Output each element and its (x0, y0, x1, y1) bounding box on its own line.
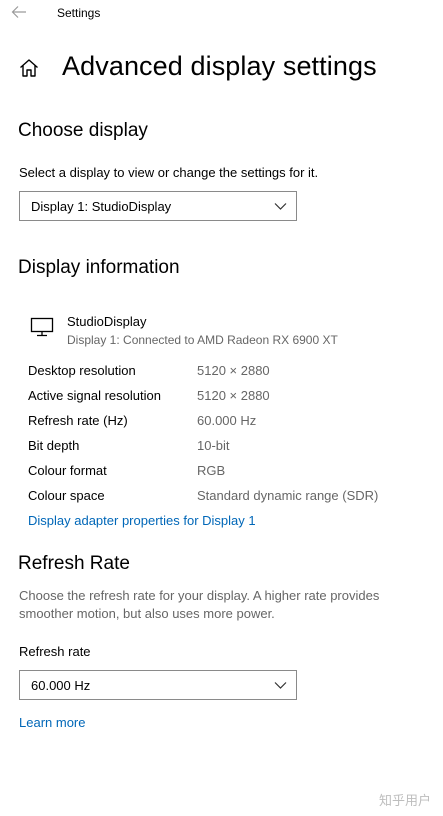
app-title: Settings (57, 6, 101, 20)
home-icon[interactable] (18, 57, 40, 79)
learn-more-link[interactable]: Learn more (19, 715, 85, 730)
refresh-rate-description: Choose the refresh rate for your display… (19, 588, 380, 621)
back-arrow-icon[interactable] (9, 3, 29, 21)
choose-display-heading: Choose display (18, 120, 148, 141)
info-value-active-signal-resolution: 5120 × 2880 (197, 388, 270, 403)
info-value-colour-format: RGB (197, 463, 226, 478)
info-value-bit-depth: 10-bit (197, 438, 230, 453)
display-select-value: Display 1: StudioDisplay (31, 199, 172, 214)
display-information-heading: Display information (18, 257, 180, 278)
info-value-colour-space: Standard dynamic range (SDR) (197, 488, 379, 503)
refresh-rate-heading: Refresh Rate (18, 553, 130, 574)
info-label-active-signal-resolution: Active signal resolution (28, 388, 161, 403)
info-label-refresh-rate: Refresh rate (Hz) (28, 413, 128, 428)
refresh-rate-label: Refresh rate (19, 644, 91, 659)
info-value-refresh-rate: 60.000 Hz (197, 413, 257, 428)
display-adapter-properties-link[interactable]: Display adapter properties for Display 1 (28, 513, 256, 528)
monitor-connection-info: Display 1: Connected to AMD Radeon RX 69… (67, 333, 338, 347)
info-label-colour-format: Colour format (28, 463, 107, 478)
display-select-dropdown[interactable]: Display 1: StudioDisplay (19, 191, 297, 221)
info-label-desktop-resolution: Desktop resolution (28, 363, 136, 378)
chevron-down-icon (274, 682, 287, 689)
watermark: 知乎用户 (378, 793, 431, 808)
chevron-down-icon (274, 203, 287, 210)
choose-display-description: Select a display to view or change the s… (19, 165, 319, 180)
info-label-colour-space: Colour space (28, 488, 105, 503)
refresh-rate-value: 60.000 Hz (31, 678, 91, 693)
info-label-bit-depth: Bit depth (28, 438, 80, 453)
page-title: Advanced display settings (62, 51, 377, 81)
monitor-name: StudioDisplay (67, 314, 147, 329)
title-bar: Settings (0, 0, 443, 26)
info-value-desktop-resolution: 5120 × 2880 (197, 363, 270, 378)
refresh-rate-dropdown[interactable]: 60.000 Hz (19, 670, 297, 700)
monitor-icon (30, 317, 54, 337)
